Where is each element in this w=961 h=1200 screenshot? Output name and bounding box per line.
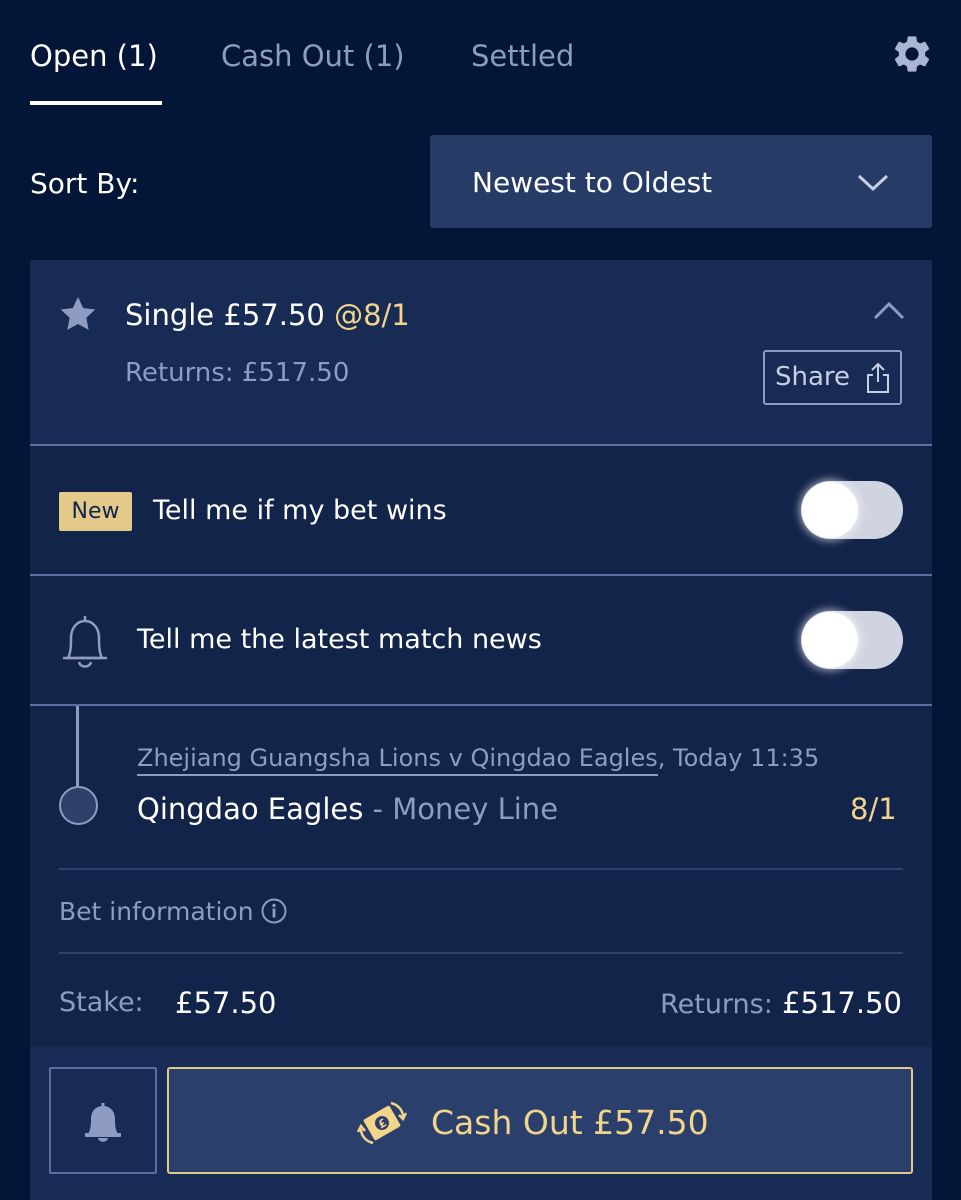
selection-name: Qingdao Eagles <box>137 792 364 826</box>
cash-out-icon: £ <box>357 1101 407 1145</box>
sort-label: Sort By: <box>30 167 140 200</box>
potential-returns: Returns: £517.50 <box>125 358 350 388</box>
selection: Qingdao Eagles - Money Line <box>137 790 558 828</box>
tab-open[interactable]: Open (1) <box>30 38 158 74</box>
notify-news-label: Tell me the latest match news <box>137 624 542 655</box>
bet-card-header[interactable]: Single £57.50 @8/1 Returns: £517.50 Shar… <box>30 260 932 445</box>
bet-card: Single £57.50 @8/1 Returns: £517.50 Shar… <box>30 260 932 1200</box>
divider <box>30 704 932 706</box>
bet-actions: £ Cash Out £57.50 <box>30 1047 932 1200</box>
bet-information-link[interactable]: Bet information <box>59 896 254 928</box>
new-badge: New <box>59 492 132 531</box>
tab-settled[interactable]: Settled <box>471 38 574 74</box>
divider <box>30 574 932 576</box>
stake-value: £57.50 <box>175 986 277 1020</box>
event-link[interactable]: Zhejiang Guangsha Lions v Qingdao Eagles <box>137 742 658 776</box>
notify-win-label: Tell me if my bet wins <box>153 495 447 526</box>
share-icon <box>867 362 889 393</box>
cash-out-button[interactable]: £ Cash Out £57.50 <box>167 1067 913 1174</box>
toggle-knob <box>802 482 858 538</box>
selection-odds: 8/1 <box>850 792 897 826</box>
returns-summary: Returns: £517.50 <box>660 986 902 1022</box>
stake-label: Stake: <box>59 987 144 1018</box>
event-time: , Today 11:35 <box>657 744 820 772</box>
chevron-up-icon[interactable] <box>872 296 906 326</box>
share-label: Share <box>775 362 851 392</box>
sort-dropdown[interactable]: Newest to Oldest <box>430 135 932 228</box>
bet-odds: @8/1 <box>334 298 410 332</box>
divider <box>30 444 932 446</box>
notify-win-toggle[interactable] <box>801 481 903 539</box>
share-button[interactable]: Share <box>763 350 902 405</box>
chevron-down-icon <box>857 174 889 192</box>
bet-type-stake: Single £57.50 <box>125 298 325 332</box>
divider <box>59 868 903 870</box>
tab-cash-out[interactable]: Cash Out (1) <box>221 38 405 74</box>
sort-selected-value: Newest to Oldest <box>472 166 713 199</box>
active-tab-indicator <box>30 101 162 105</box>
bell-icon <box>85 1103 121 1142</box>
bell-outline-icon <box>63 616 107 668</box>
selection-market: - Money Line <box>363 792 559 826</box>
returns-value: £517.50 <box>782 986 902 1020</box>
divider <box>59 952 903 954</box>
returns-label: Returns: <box>660 989 773 1020</box>
toggle-knob <box>802 612 858 668</box>
alerts-button[interactable] <box>49 1067 157 1174</box>
notify-news-toggle[interactable] <box>801 611 903 669</box>
bet-title: Single £57.50 @8/1 <box>125 297 410 333</box>
info-icon[interactable] <box>261 898 287 924</box>
cash-out-label: Cash Out £57.50 <box>431 1103 709 1142</box>
star-icon[interactable] <box>58 294 98 334</box>
gear-icon[interactable] <box>890 32 934 76</box>
event-info: Zhejiang Guangsha Lions v Qingdao Eagles… <box>137 742 819 776</box>
timeline-dot <box>59 786 98 825</box>
